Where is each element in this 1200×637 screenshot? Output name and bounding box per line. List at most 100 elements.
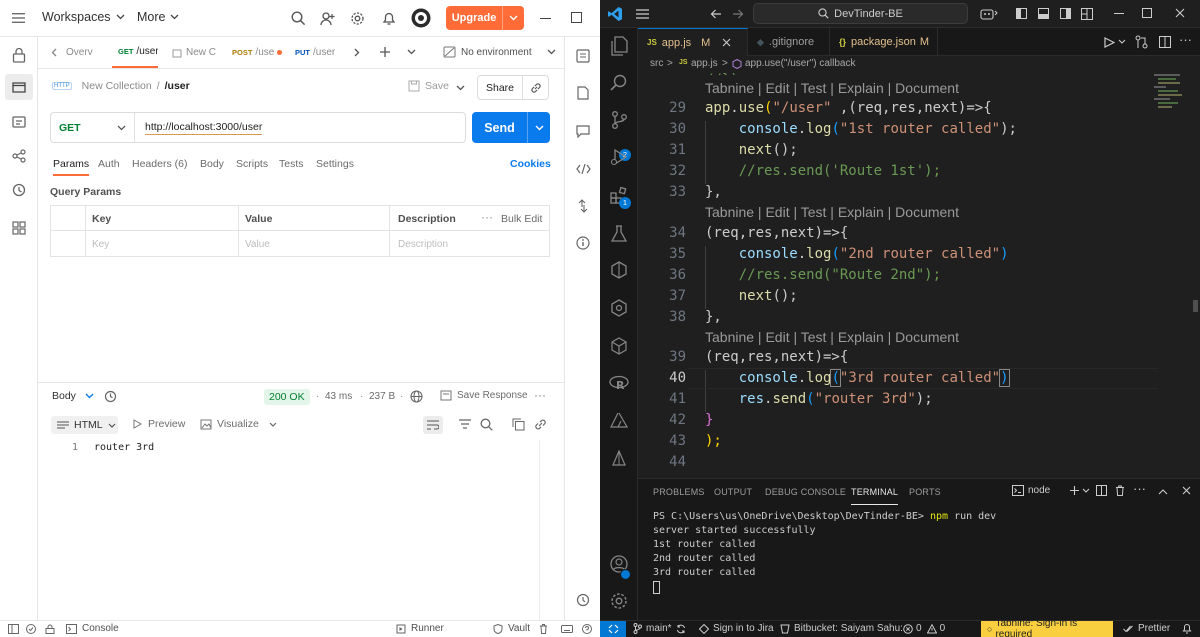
minimap[interactable] <box>1152 72 1194 132</box>
code-lens[interactable]: Tabnine | Edit | Test | Explain | Docume… <box>705 204 959 220</box>
remote-indicator-icon[interactable] <box>600 621 626 637</box>
code-lens[interactable]: Tabnine | Edit | Test | Explain | Docume… <box>705 80 959 96</box>
lock-icon[interactable] <box>45 624 55 634</box>
more-options-icon[interactable]: ··· <box>481 210 493 224</box>
save-button[interactable]: Save <box>408 80 449 92</box>
save-options-chevron-icon[interactable] <box>456 85 465 91</box>
git-branch-status[interactable]: main* <box>633 623 686 634</box>
keyboard-icon[interactable] <box>561 624 573 634</box>
tab-settings[interactable]: Settings <box>316 158 354 170</box>
apps-grid-icon[interactable] <box>9 218 29 238</box>
runner-button[interactable]: Runner <box>396 623 444 634</box>
breadcrumb-collection[interactable]: New Collection <box>82 80 152 92</box>
tab-problems[interactable]: PROBLEMS <box>653 479 705 505</box>
chevron-down-icon[interactable] <box>1082 488 1090 493</box>
chevron-down-icon[interactable] <box>1118 39 1126 44</box>
response-time[interactable]: 43 ms <box>325 391 352 402</box>
search-icon[interactable] <box>291 11 306 26</box>
testing-icon[interactable] <box>609 224 629 244</box>
chevron-up-icon[interactable] <box>1158 489 1168 495</box>
globe-icon[interactable] <box>410 390 423 403</box>
close-icon[interactable] <box>1182 486 1191 495</box>
settings-sync-icon[interactable] <box>574 591 592 609</box>
tab-get-user[interactable]: GET /user <box>112 37 158 68</box>
collections-icon[interactable] <box>5 74 33 100</box>
method-select[interactable]: GET <box>51 113 135 142</box>
tab-overview[interactable]: Overv <box>66 37 96 68</box>
breadcrumb-request[interactable]: /user <box>165 80 190 92</box>
minimize-icon[interactable] <box>1114 13 1124 14</box>
chevron-down-icon[interactable] <box>407 49 416 55</box>
scrollbar-thumb[interactable] <box>1193 300 1198 312</box>
copy-icon[interactable] <box>512 418 525 431</box>
related-collections-icon[interactable] <box>574 197 592 215</box>
plus-icon[interactable] <box>379 46 391 58</box>
value-input[interactable]: Value <box>245 239 270 250</box>
cookies-link[interactable]: Cookies <box>510 158 551 170</box>
sidebar-toggle-icon[interactable] <box>8 624 19 634</box>
preview-button[interactable]: Preview <box>133 418 185 430</box>
hamburger-menu-icon[interactable] <box>12 12 25 24</box>
code-lens[interactable]: Tabnine | Edit | Test | Explain | Docume… <box>705 329 959 345</box>
tab-debug-console[interactable]: DEBUG CONSOLE <box>765 479 846 505</box>
toggle-sidebar-icon[interactable] <box>1016 8 1027 19</box>
azure-icon[interactable] <box>609 410 629 430</box>
breadcrumb-file[interactable]: app.js <box>691 58 718 69</box>
split-editor-icon[interactable] <box>1159 36 1171 48</box>
chevron-left-icon[interactable] <box>51 48 57 57</box>
toggle-panel-icon[interactable] <box>1038 8 1049 19</box>
share-button[interactable]: Share <box>478 82 522 94</box>
send-button[interactable]: Send <box>472 121 527 135</box>
invite-user-icon[interactable] <box>320 11 335 26</box>
save-response-button[interactable]: Save Response <box>440 390 528 401</box>
toggle-secondary-sidebar-icon[interactable] <box>1060 8 1071 19</box>
link-icon[interactable] <box>534 418 547 431</box>
tab-put-user[interactable]: PUT /user <box>295 37 337 68</box>
wrap-lines-icon[interactable] <box>423 416 443 434</box>
vault-button[interactable]: Vault <box>493 623 530 634</box>
code-icon[interactable] <box>574 160 592 178</box>
chevron-down-icon[interactable] <box>535 125 544 131</box>
explorer-icon[interactable] <box>609 36 629 56</box>
search-icon[interactable] <box>480 418 493 431</box>
tab-new-collection[interactable]: New C <box>172 37 218 68</box>
console-button[interactable]: Console <box>66 623 119 634</box>
tab-app-js[interactable]: JS app.js M <box>638 28 748 56</box>
history-icon[interactable] <box>9 180 29 200</box>
documentation-icon[interactable] <box>574 47 592 65</box>
tab-headers[interactable]: Headers (6) <box>132 158 187 170</box>
tabnine-status[interactable]: ○ Tabnine: Sign-in is required <box>981 618 1113 637</box>
trash-icon[interactable] <box>539 624 548 634</box>
comments-icon[interactable] <box>574 122 592 140</box>
close-icon[interactable] <box>1175 8 1185 18</box>
menu-icon[interactable] <box>636 9 649 19</box>
minimize-icon[interactable] <box>540 18 551 19</box>
command-center-search[interactable]: DevTinder-BE <box>753 3 968 24</box>
upgrade-button[interactable]: Upgrade <box>446 6 524 30</box>
more-actions-icon[interactable]: ··· <box>1133 481 1146 496</box>
cube-icon[interactable] <box>609 336 629 356</box>
close-icon[interactable] <box>722 38 731 47</box>
jira-status[interactable]: Sign in to Jira <box>699 623 774 634</box>
visualize-button[interactable]: Visualize <box>200 418 277 430</box>
status-badge[interactable]: 200 OK <box>264 389 310 405</box>
r-language-icon[interactable]: R <box>609 373 629 393</box>
more-options-icon[interactable]: ··· <box>534 388 546 402</box>
check-icon[interactable] <box>26 624 36 634</box>
workspaces-menu[interactable]: Workspaces <box>42 10 125 24</box>
link-icon[interactable] <box>530 82 542 94</box>
bitbucket-status[interactable]: Bitbucket: Saiyam Sahu: <box>780 623 903 634</box>
copilot-icon[interactable] <box>980 7 998 20</box>
gitlens-icon[interactable] <box>609 298 629 318</box>
info-icon[interactable] <box>574 234 592 252</box>
tab-scripts[interactable]: Scripts <box>236 158 268 170</box>
tab-gitignore[interactable]: ◆ .gitignore <box>748 28 830 56</box>
tab-body[interactable]: Body <box>200 158 224 170</box>
open-changes-icon[interactable] <box>1135 35 1148 49</box>
tab-output[interactable]: OUTPUT <box>714 479 752 505</box>
tab-ports[interactable]: PORTS <box>909 479 941 505</box>
tab-package-json[interactable]: {} package.json M <box>830 28 938 56</box>
help-icon[interactable] <box>582 624 592 634</box>
breadcrumb-src[interactable]: src <box>650 58 663 69</box>
code-editor[interactable]: //}); 29 30 31 32 33 34 35 36 37 38 39 4… <box>638 72 1158 477</box>
